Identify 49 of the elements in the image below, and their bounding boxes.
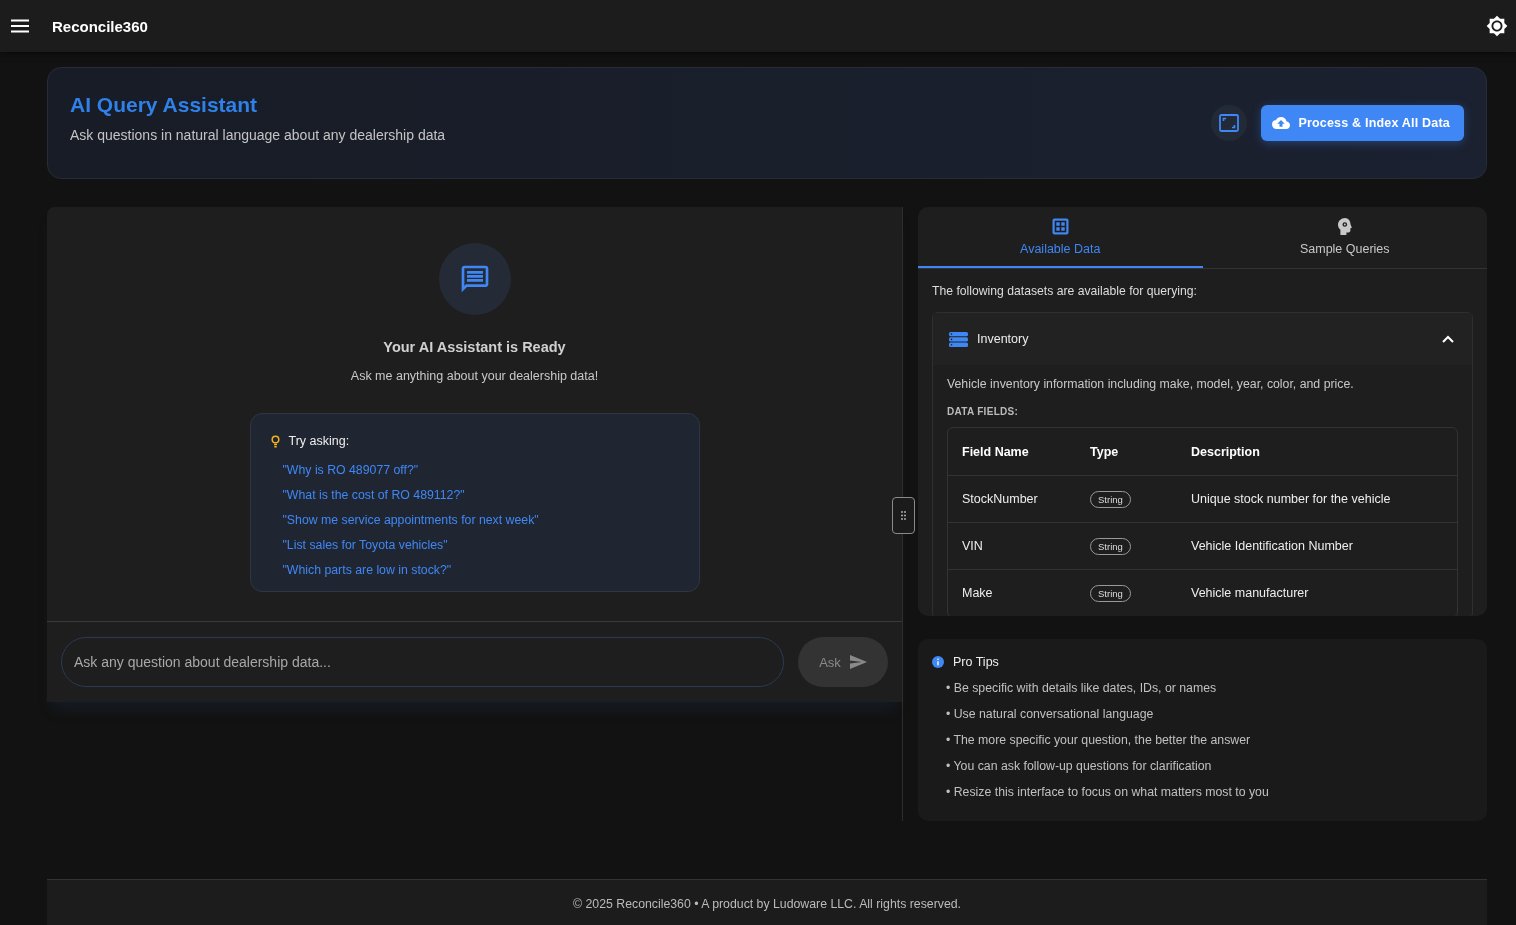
pro-tips-title: Pro Tips: [953, 655, 999, 669]
app-title: Reconcile360: [52, 17, 149, 35]
question-input-field[interactable]: Ask any question about dealership data...: [61, 637, 784, 687]
fullscreen-icon: [1219, 114, 1240, 132]
datasets-intro: The following datasets are available for querying:: [932, 284, 1198, 298]
resize-handle[interactable]: [892, 497, 915, 534]
info-icon: [932, 656, 944, 668]
dataset-name: Inventory: [977, 332, 1030, 346]
grid-icon: [1051, 217, 1069, 235]
tip-text: • The more specific your question, the better the answer: [945, 732, 1252, 749]
page-subtitle: Ask questions in natural language about any dealership data: [70, 127, 447, 143]
table-cell: Make: [948, 570, 1076, 616]
data-fields-heading: DATA FIELDS:: [947, 406, 1020, 417]
column-header: Type: [1076, 428, 1177, 476]
suggested-question-link[interactable]: "List sales for Toyota vehicles": [270, 533, 679, 558]
table-cell: Vehicle manufacturer: [1177, 570, 1457, 616]
lightbulb-icon: [270, 434, 280, 448]
table-cell: Unique stock number for the vehicle: [1177, 476, 1457, 523]
tip-text: • Resize this interface to focus on what matters most to you: [945, 784, 1270, 801]
suggested-question-link[interactable]: "What is the cost of RO 489112?": [270, 483, 679, 508]
process-index-button[interactable]: Process & Index All Data: [1261, 105, 1464, 141]
suggested-question-link[interactable]: "Which parts are low in stock?": [270, 558, 679, 583]
footer-text: © 2025 Reconcile360 • A product by Ludoware LLC. All rights reserved.: [573, 897, 961, 911]
column-header: Field Name: [948, 428, 1076, 476]
cloud-upload-icon: [1272, 116, 1291, 130]
tip-text: • Be specific with details like dates, IDs, or names: [945, 680, 1218, 697]
page-title: AI Query Assistant: [70, 93, 259, 117]
grip-icon: [901, 511, 906, 520]
table-cell: VIN: [948, 523, 1076, 570]
column-header: Description: [1177, 428, 1457, 476]
tab[interactable]: Sample Queries: [1202, 207, 1487, 268]
tab[interactable]: Available Data: [918, 207, 1203, 268]
head-gear-icon: [1337, 217, 1352, 235]
assistant-ready-subtitle: Ask me anything about your dealership data!: [350, 369, 599, 383]
table-cell: Vehicle Identification Number: [1177, 523, 1457, 570]
table-cell: StockNumber: [948, 476, 1076, 523]
brightness-icon[interactable]: [1486, 15, 1508, 37]
dataset-description: Vehicle inventory information including make, model, year, color, and price.: [947, 377, 1355, 391]
suggested-question-link[interactable]: "Why is RO 489077 off?": [270, 458, 679, 483]
suggestions-heading: Try asking:: [288, 434, 350, 448]
menu-icon[interactable]: [10, 19, 30, 33]
fullscreen-button[interactable]: [1211, 105, 1248, 141]
tip-text: • Use natural conversational language: [945, 706, 1155, 723]
chevron-up-icon[interactable]: [1442, 335, 1454, 343]
send-icon: [849, 655, 867, 669]
tip-text: • You can ask follow-up questions for clarification: [945, 758, 1213, 775]
assistant-ready-title: Your AI Assistant is Ready: [383, 339, 566, 355]
database-icon: [949, 331, 968, 347]
suggested-question-link[interactable]: "Show me service appointments for next week": [270, 508, 679, 533]
